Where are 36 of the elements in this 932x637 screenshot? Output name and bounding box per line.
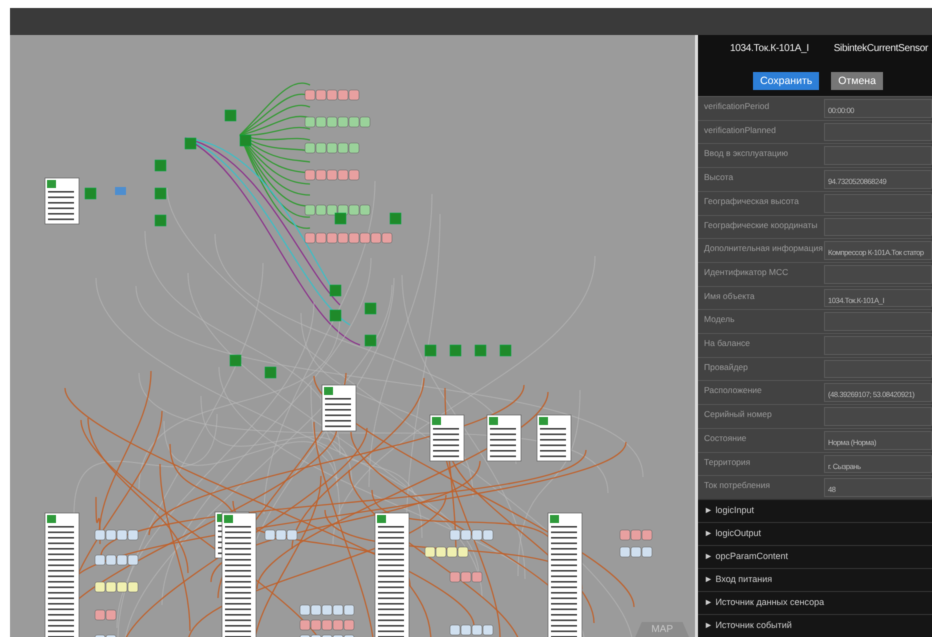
property-label: На балансе [703,337,751,350]
cancel-button[interactable]: Отмена [831,72,883,90]
property-field[interactable] [824,360,932,378]
property-label: Ток потребления [703,479,771,492]
section-header[interactable]: ► logicOutput [698,522,932,545]
property-field[interactable] [824,218,932,236]
property-field[interactable] [824,312,932,332]
section-header[interactable]: ► Источник данных сенсора [698,590,932,614]
section-header[interactable]: ► Вход питания [698,568,932,591]
save-button[interactable]: Сохранить [753,72,820,90]
property-label: Расположение [703,384,763,398]
object-type: SibintekCurrentSensor [834,43,928,54]
property-label: Провайдер [703,360,749,374]
section-header[interactable]: ► Источник событий [698,614,932,637]
object-name: 1034.Ток.К-101А_I [730,43,809,54]
property-label: Модель [703,313,736,326]
property-label: Идентификатор МСС [703,266,790,279]
property-label: Имя объекта [703,290,756,303]
property-label: verificationPeriod [703,100,770,113]
property-label: Ввод в эксплуатацию [703,147,790,160]
property-field[interactable] [824,336,932,355]
property-label: Дополнительная информация [703,242,824,256]
property-field[interactable] [824,264,932,284]
property-label: Высота [703,171,734,184]
property-field[interactable] [824,194,932,213]
property-field[interactable] [824,146,932,166]
property-label: verificationPlanned [703,124,777,137]
property-field[interactable] [824,122,932,142]
property-field[interactable] [824,407,932,426]
section-header[interactable]: ► logicInput [698,498,932,522]
property-label: Серийный номер [703,408,773,422]
property-label: Состояние [703,432,748,445]
section-header[interactable]: ► opcParamContent [698,544,932,568]
property-label: Территория [703,456,752,469]
property-label: Географические координаты [703,218,818,232]
property-label: Географическая высота [703,194,800,208]
